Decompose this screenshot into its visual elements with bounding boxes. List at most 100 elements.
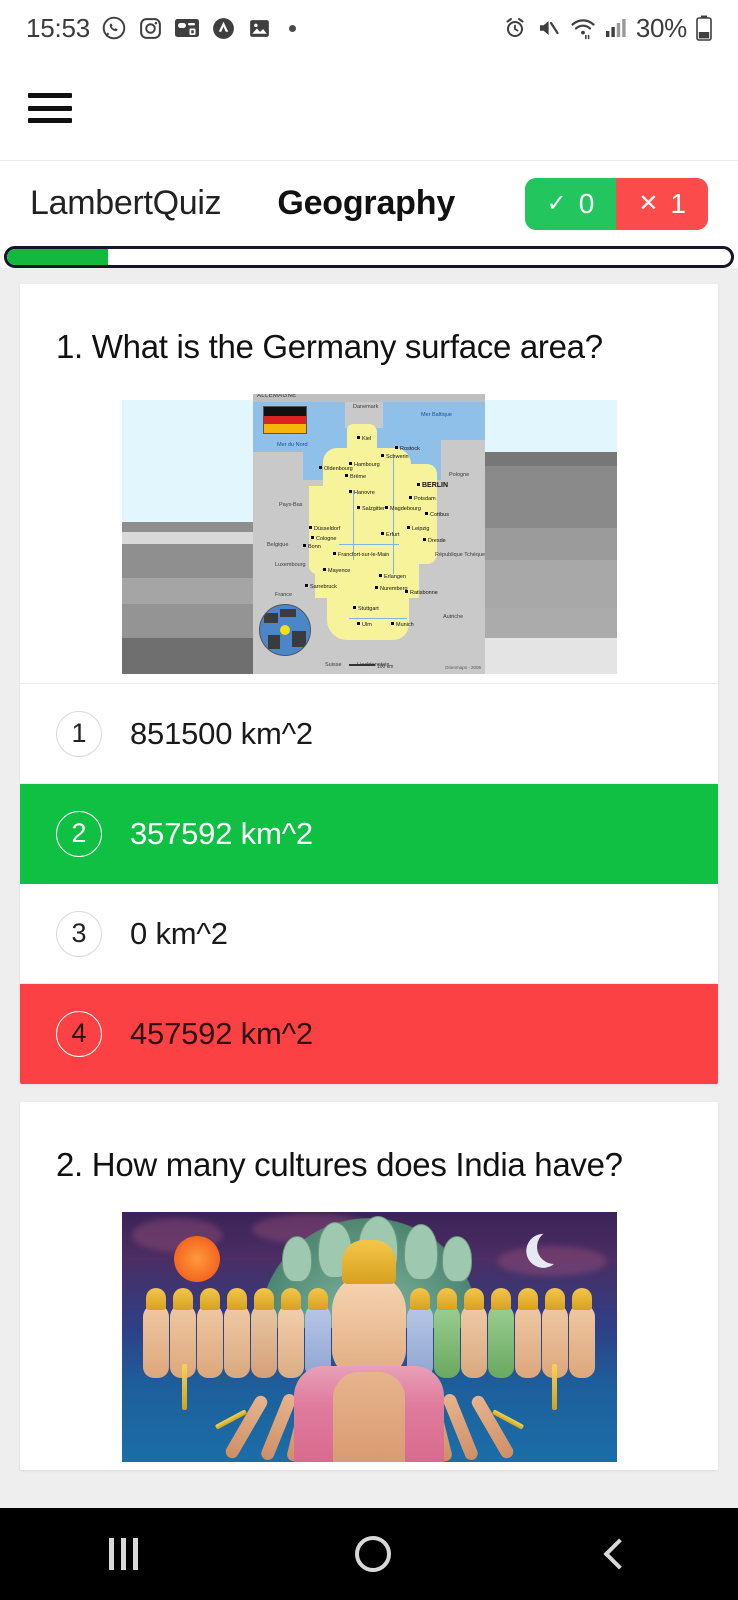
app-brand-title: LambertQuiz [30,184,222,222]
quiz-progress-bar [4,246,734,268]
gallery-icon [247,16,272,41]
answer-number: 4 [56,1010,102,1057]
check-icon: ✓ [546,190,567,217]
germany-flag-icon [263,406,307,434]
answer-text: 357592 km^2 [130,815,313,851]
map-city-label: Cologne [311,536,337,542]
map-city-label: Sarrebruck [305,584,337,590]
app-circle-icon [211,16,236,41]
battery-percent-label: 30% [635,12,687,43]
answer-option[interactable]: 1 851500 km^2 [20,684,718,784]
map-city-label: Bonn [303,544,321,550]
mute-icon [536,16,561,40]
status-bar-right: 30% [503,13,712,44]
home-icon[interactable] [354,1536,391,1572]
status-bar-clock: 15:53 [26,12,91,43]
quiz-header: LambertQuiz Geography ✓ 0 ✕ 1 [0,160,738,246]
map-title: ALLEMAGNE [257,394,297,399]
back-icon[interactable] [602,1538,635,1570]
answer-number: 3 [56,910,102,957]
hamburger-bar [28,118,72,123]
wrong-score: ✕ 1 [616,177,708,230]
map-country-label: Autriche [443,614,464,620]
map-country-label: France [275,592,293,598]
map-country-label: Pays-Bas [279,502,303,508]
keyboard-card-icon [174,17,200,39]
map-sea-label: Mer du Nord [277,442,308,448]
map-city-label: Stuttgart [353,606,379,612]
map-city-label: Schwerin [381,454,409,460]
whatsapp-icon [101,15,127,41]
question-text: 1. What is the Germany surface area? [56,328,603,365]
answer-text: 0 km^2 [130,915,228,951]
map-graphic: ALLEMAGNE Mer du Nord Mer Baltique Danem… [253,394,485,674]
map-city-label: Kiel [357,436,371,442]
signal-icon [605,17,627,39]
answer-option[interactable]: 3 0 km^2 [20,884,718,984]
map-city-label: Oldenbourg [319,466,353,472]
map-city-label: Hambourg [349,462,380,468]
quiz-category-title: Geography [277,184,456,222]
map-country-label: Pologne [449,472,470,478]
sun-icon [173,1236,220,1282]
hamburger-menu-icon[interactable] [28,93,72,123]
app-bar [0,56,738,160]
question-card: 1. What is the Germany surface area? ALL… [20,284,718,1084]
map-city-label: Munich [391,622,414,628]
deity-chest [333,1372,405,1462]
progress-bar-fill [7,249,109,265]
map-country-label: Danemark [353,404,379,410]
map-city-label: Brême [345,474,366,480]
instagram-icon [138,16,163,41]
hamburger-bar [28,105,72,111]
map-country-label: Luxembourg [275,562,306,568]
map-scale-bar: 100 km [349,664,393,670]
map-city-label: Mayence [323,568,350,574]
map-city-label: Leipzig [407,526,429,532]
answer-text: 457592 km^2 [130,1015,313,1051]
answer-option-wrong[interactable]: 4 457592 km^2 [20,984,718,1084]
status-bar: 15:53 30% [0,0,738,56]
battery-icon [696,15,712,41]
map-city-label: Ratisbonne [405,590,438,596]
map-city-label: Dresde [423,538,446,544]
map-city-label: Hanovre [349,490,375,496]
map-city-label: Cottbus [425,512,449,518]
map-country-label: Belgique [267,542,289,548]
map-capital-label: BERLIN [417,482,448,489]
map-city-label: Ulm [357,622,372,628]
map-credit: Orienmaps - 2006 [444,665,481,670]
question-image-container: ALLEMAGNE Mer du Nord Mer Baltique Danem… [20,394,718,684]
question-card: 2. How many cultures does India have? [20,1102,718,1470]
answer-list: 1 851500 km^2 2 357592 km^2 3 0 km^2 4 4… [20,684,718,1084]
map-locator-globe-icon [259,604,311,656]
map-city-label: Erlangen [379,574,406,580]
question-image-container [20,1212,718,1470]
map-city-label: Erfurt [381,532,399,538]
wrong-score-count: 1 [670,187,686,219]
question-text: 2. How many cultures does India have? [56,1146,623,1183]
score-badge: ✓ 0 ✕ 1 [524,177,708,230]
android-navigation-bar [0,1508,738,1600]
cross-icon: ✕ [638,190,659,217]
map-country-label: Suisse [325,662,342,668]
hamburger-bar [28,93,72,98]
map-country-label: République Tchèque [435,552,485,558]
correct-score-count: 0 [578,187,595,219]
status-bar-left: 15:53 [26,12,297,44]
map-sea-label: Mer Baltique [421,412,452,418]
map-city-label: Francfort-sur-le-Main [333,552,389,558]
answer-number: 1 [56,710,102,757]
recents-icon[interactable] [108,1538,138,1570]
answer-option-correct[interactable]: 2 357592 km^2 [20,784,718,884]
quiz-scroll-area[interactable]: 1. What is the Germany surface area? ALL… [0,268,738,1530]
map-city-label: Düsseldorf [309,526,340,532]
wifi-icon [570,16,596,40]
map-city-label: Nuremberg [375,586,408,592]
map-city-label: Rostock [395,446,420,452]
map-city-label: Salzgitter [357,506,385,512]
progress-bar-container [0,246,738,268]
map-city-label: Potsdam [409,496,436,502]
germany-map-image: ALLEMAGNE Mer du Nord Mer Baltique Danem… [121,394,617,674]
answer-number: 2 [56,810,102,857]
